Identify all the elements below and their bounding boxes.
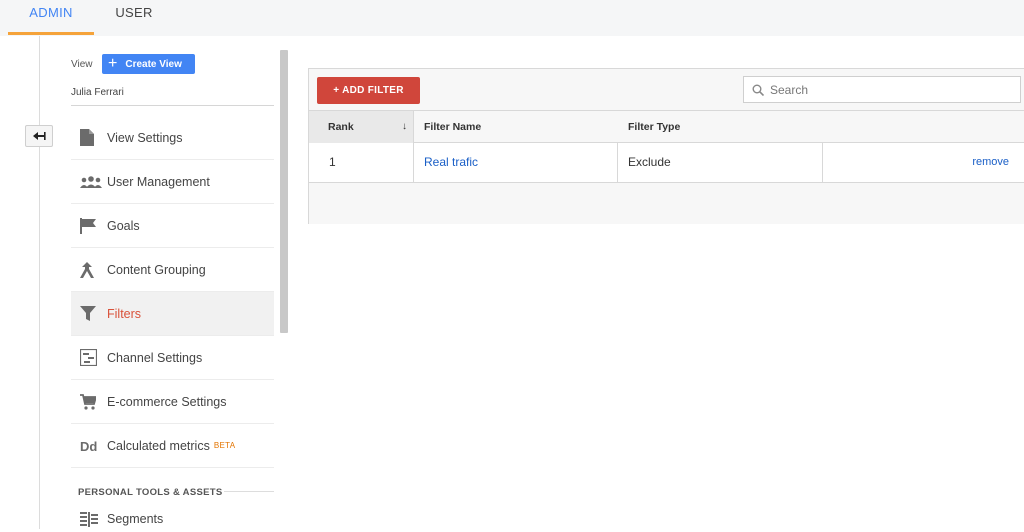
menu-item-label: Goals (107, 218, 140, 233)
menu-item-ecommerce-settings[interactable]: E-commerce Settings (71, 380, 274, 424)
plus-icon: + (108, 55, 118, 72)
back-arrow-icon (33, 132, 46, 140)
menu-item-label: Calculated metrics (107, 438, 210, 453)
menu-item-segments[interactable]: Segments (71, 506, 274, 532)
menu-item-content-grouping[interactable]: Content Grouping (71, 248, 274, 292)
table-row: 1 Real trafic Exclude remove (309, 143, 1024, 183)
menu-item-channel-settings[interactable]: Channel Settings (71, 336, 274, 380)
filters-panel: + ADD FILTER Rank ↓ Filter Name Filter T… (308, 68, 1024, 224)
table-footer (309, 183, 1024, 224)
create-view-label: Create View (125, 58, 182, 70)
column-header-rank[interactable]: Rank ↓ (309, 111, 414, 143)
menu-item-label: Filters (107, 306, 142, 321)
menu-item-calculated-metrics[interactable]: Dd Calculated metrics BETA (71, 424, 274, 468)
divider (71, 105, 274, 106)
tab-user[interactable]: USER (112, 0, 156, 36)
menu-item-label: Channel Settings (107, 350, 203, 365)
view-name[interactable]: Julia Ferrari (71, 87, 124, 98)
add-filter-button[interactable]: + ADD FILTER (317, 77, 420, 104)
cell-rank: 1 (309, 143, 414, 182)
content-grouping-icon (71, 261, 107, 278)
create-view-button[interactable]: + Create View (102, 54, 195, 74)
menu-item-label: Content Grouping (107, 262, 206, 277)
beta-badge: BETA (213, 441, 236, 450)
cart-icon (71, 393, 107, 410)
menu-item-view-settings[interactable]: View Settings (71, 116, 274, 160)
view-label: View (71, 59, 93, 70)
table-header: Rank ↓ Filter Name Filter Type (309, 111, 1024, 143)
sort-arrow-icon: ↓ (402, 121, 407, 132)
filter-icon (71, 306, 107, 321)
segments-icon (71, 511, 107, 527)
menu-item-label: View Settings (107, 130, 183, 145)
column-header-label: Rank (328, 121, 354, 133)
admin-content: View + Create View Julia Ferrari View Se… (0, 36, 1024, 529)
svg-text:Dd: Dd (80, 439, 97, 453)
column-header-filter-type[interactable]: Filter Type (618, 111, 822, 143)
menu-item-label: E-commerce Settings (107, 394, 227, 409)
menu-item-filters[interactable]: Filters (71, 292, 274, 336)
section-divider (224, 491, 274, 492)
flag-icon (71, 217, 107, 234)
panel-toolbar: + ADD FILTER (309, 69, 1024, 111)
tab-admin[interactable]: ADMIN (8, 0, 94, 35)
menu-item-goals[interactable]: Goals (71, 204, 274, 248)
admin-menu: View Settings User Management Goals Cont… (71, 116, 274, 468)
document-icon (71, 129, 107, 146)
search-icon (752, 84, 764, 96)
menu-item-user-management[interactable]: User Management (71, 160, 274, 204)
dd-icon: Dd (71, 439, 107, 453)
search-input[interactable] (770, 82, 1010, 97)
back-button[interactable] (25, 125, 53, 147)
section-heading: PERSONAL TOOLS & ASSETS (78, 487, 223, 498)
channel-icon (71, 349, 107, 366)
filter-name-link[interactable]: Real trafic (414, 143, 618, 182)
rail-line (39, 36, 40, 529)
sidebar-scrollbar[interactable] (280, 50, 288, 333)
menu-item-label: User Management (107, 174, 210, 189)
users-icon (71, 175, 107, 188)
top-tab-bar: ADMIN USER (0, 0, 1024, 36)
menu-item-label: Segments (107, 512, 164, 526)
column-header-filter-name[interactable]: Filter Name (414, 111, 618, 143)
search-box[interactable] (743, 76, 1021, 103)
cell-filter-type: Exclude (618, 143, 823, 182)
remove-link[interactable]: remove (823, 143, 1024, 182)
